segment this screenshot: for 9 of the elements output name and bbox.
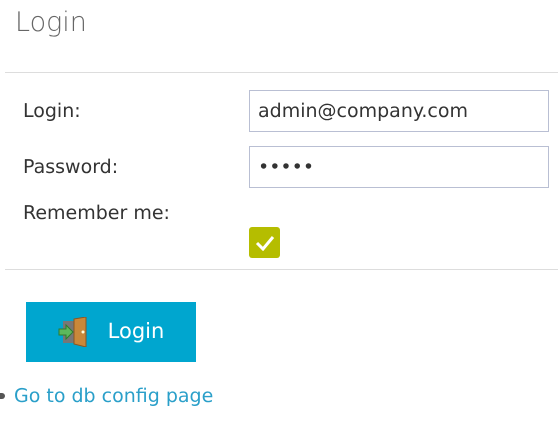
bullet-icon: [0, 393, 5, 400]
check-icon: [254, 234, 274, 250]
field-label: Remember me:: [22, 201, 171, 226]
field-label: Password:: [22, 154, 120, 180]
remember-checkbox[interactable]: [249, 227, 280, 258]
page-title: Login: [15, 6, 88, 40]
login-field[interactable]: admin@company.com: [249, 90, 549, 132]
password-field[interactable]: •••••: [249, 146, 549, 188]
field-label: Login:: [22, 98, 82, 124]
